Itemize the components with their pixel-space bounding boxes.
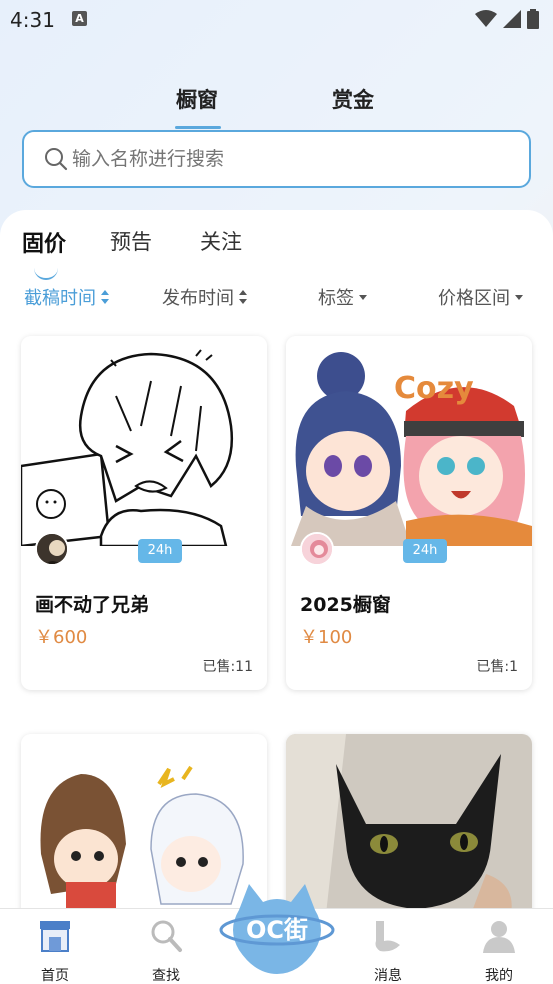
- filter-tags[interactable]: 标签: [318, 284, 368, 310]
- status-icons: [475, 9, 539, 29]
- card-price: ￥600: [35, 627, 88, 648]
- artist-avatar[interactable]: [300, 532, 334, 566]
- filter-price-label: 价格区间: [438, 288, 510, 309]
- filter-publish-label: 发布时间: [162, 288, 234, 309]
- tab-fixed-price[interactable]: 固价: [22, 226, 66, 258]
- filter-bar: 截稿时间 发布时间 标签 价格区间: [0, 282, 553, 312]
- sort-icon: [239, 290, 247, 304]
- tab-follow[interactable]: 关注: [200, 226, 242, 256]
- card-sold-count: 已售:1: [476, 659, 518, 675]
- caret-down-icon: [359, 295, 367, 300]
- card-sold-count: 已售:11: [202, 659, 253, 675]
- filter-tags-label: 标签: [318, 288, 354, 309]
- filter-price-range[interactable]: 价格区间: [438, 284, 524, 310]
- nav-messages-label: 消息: [374, 968, 402, 984]
- sort-icon: [101, 290, 109, 304]
- logo-text: OC街: [246, 916, 308, 944]
- signal-icon: [503, 10, 521, 28]
- nav-home-label: 首页: [41, 968, 69, 984]
- shop-icon: [40, 921, 70, 952]
- status-time: 4:31: [10, 8, 55, 32]
- oc-street-logo[interactable]: OC街: [219, 880, 335, 978]
- filter-deadline-label: 截稿时间: [24, 288, 96, 309]
- tab-underline: [175, 126, 221, 129]
- status-bar: 4:31 A: [0, 0, 553, 40]
- wifi-icon: [475, 10, 497, 27]
- card-title: 画不动了兄弟: [35, 594, 150, 616]
- card-2-artwork: Cozy: [286, 336, 532, 546]
- magnifier-icon: [151, 920, 182, 952]
- sub-tabs: 固价 预告 关注: [0, 224, 553, 280]
- time-badge: 24h: [138, 539, 182, 563]
- bubble-icon: [375, 921, 400, 952]
- search-input[interactable]: [72, 148, 492, 170]
- card-title: 2025橱窗: [300, 594, 391, 616]
- time-badge: 24h: [403, 539, 447, 563]
- cozy-text: Cozy: [394, 371, 474, 406]
- artist-avatar[interactable]: [35, 532, 69, 566]
- sub-tab-indicator: [34, 268, 58, 280]
- nav-search-label: 查找: [152, 968, 180, 984]
- profile-icon: [483, 921, 515, 953]
- nav-profile-label: 我的: [485, 968, 513, 984]
- card-price: ￥100: [300, 627, 353, 648]
- filter-deadline[interactable]: 截稿时间: [24, 284, 110, 310]
- product-card-1[interactable]: 24h 画不动了兄弟 ￥600 已售:11: [21, 336, 267, 690]
- tab-showcase[interactable]: 橱窗: [176, 84, 218, 114]
- filter-publish-time[interactable]: 发布时间: [162, 284, 248, 310]
- product-card-2[interactable]: Cozy 24h 2025橱窗 ￥100 已售:1: [286, 336, 532, 690]
- search-icon: [45, 148, 68, 171]
- top-tabs: 橱窗 赏金: [0, 80, 553, 130]
- battery-icon: [527, 9, 539, 29]
- search-box[interactable]: [22, 130, 531, 188]
- notification-icon: A: [72, 11, 87, 26]
- tab-preview[interactable]: 预告: [110, 226, 152, 256]
- tab-bounty[interactable]: 赏金: [332, 84, 374, 114]
- card-1-artwork: [21, 336, 267, 546]
- caret-down-icon: [515, 295, 523, 300]
